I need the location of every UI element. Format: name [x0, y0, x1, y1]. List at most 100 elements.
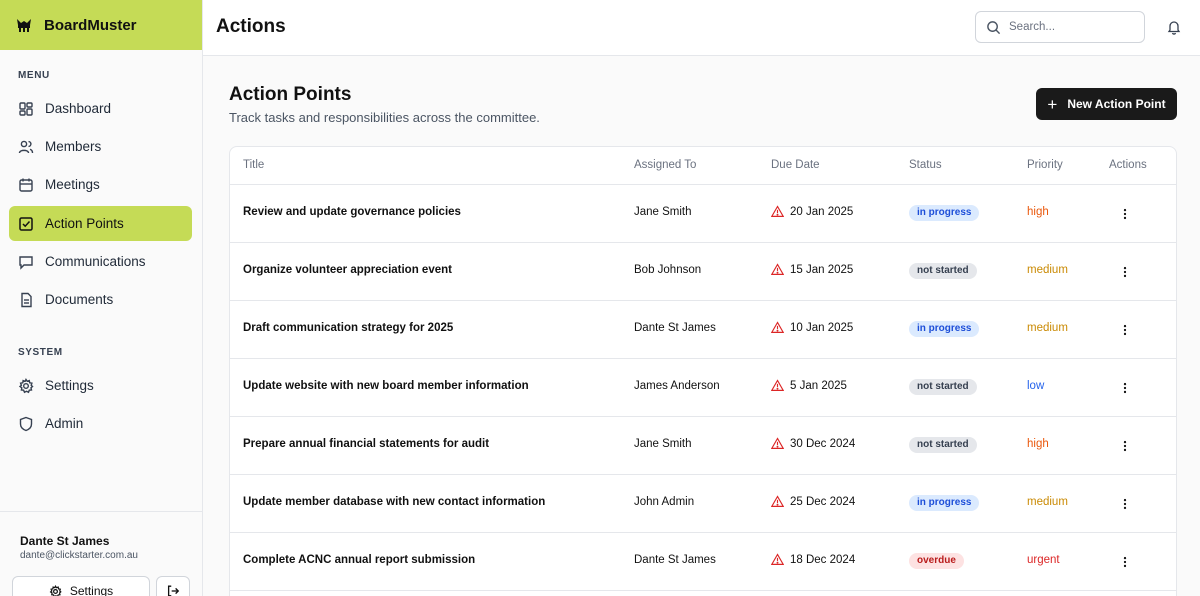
message-icon: [19, 255, 33, 270]
row-title[interactable]: Update member database with new contact …: [243, 496, 545, 508]
row-assigned-to: Bob Johnson: [634, 264, 702, 276]
user-name: Dante St James: [20, 534, 110, 548]
column-header-actions: Actions: [1109, 159, 1147, 171]
due-date-text: 25 Dec 2024: [790, 495, 856, 508]
column-header-priority[interactable]: Priority: [1027, 159, 1063, 171]
status-badge: not started: [909, 437, 977, 453]
column-header-status[interactable]: Status: [909, 159, 942, 171]
search-box[interactable]: [975, 11, 1145, 43]
row-actions-button[interactable]: [1115, 494, 1135, 514]
logo-icon: [17, 19, 31, 32]
sidebar-item-dashboard[interactable]: Dashboard: [9, 91, 192, 126]
due-date-text: 18 Dec 2024: [790, 553, 856, 566]
document-icon: [21, 292, 32, 307]
row-title[interactable]: Draft communication strategy for 2025: [243, 322, 453, 334]
warning-icon: [771, 263, 784, 275]
dashboard-icon: [19, 101, 33, 116]
sidebar-item-label: Action Points: [45, 216, 124, 231]
warning-icon: [771, 495, 784, 507]
brand[interactable]: BoardMuster: [0, 0, 202, 50]
row-due-date: 30 Dec 2024: [771, 437, 855, 450]
status-badge: not started: [909, 379, 977, 395]
row-due-date: 18 Dec 2024: [771, 553, 855, 566]
due-date-text: 5 Jan 2025: [790, 379, 847, 392]
more-vertical-icon: [1123, 266, 1127, 278]
row-assigned-to: Dante St James: [634, 554, 716, 566]
page-title: Actions: [216, 16, 286, 37]
row-assigned-to: Dante St James: [634, 322, 716, 334]
sidebar-item-documents[interactable]: Documents: [9, 282, 192, 317]
priority-label: low: [1027, 380, 1045, 392]
row-actions-button[interactable]: [1115, 436, 1135, 456]
sidebar-item-label: Meetings: [45, 177, 100, 192]
table-row[interactable]: Update website with new board member inf…: [230, 359, 1176, 417]
section-heading: Action Points: [229, 84, 352, 105]
sidebar-item-label: Documents: [45, 292, 114, 307]
footer-settings-label: Settings: [69, 584, 114, 596]
search-input[interactable]: [1009, 21, 1129, 33]
more-vertical-icon: [1123, 382, 1127, 394]
table-row[interactable]: Review and update governance policies Jan…: [230, 185, 1176, 243]
status-badge: overdue: [909, 553, 964, 569]
row-title[interactable]: Update website with new board member inf…: [243, 380, 529, 392]
sidebar-item-action-points[interactable]: Action Points: [9, 206, 192, 241]
row-actions-button[interactable]: [1115, 378, 1135, 398]
table-header: Title Assigned To Due Date Status Priori…: [230, 147, 1176, 185]
due-date-text: 10 Jan 2025: [790, 321, 854, 334]
shield-icon: [19, 416, 33, 431]
users-icon: [18, 140, 34, 153]
sidebar-item-communications[interactable]: Communications: [9, 244, 192, 279]
row-title[interactable]: Organize volunteer appreciation event: [243, 264, 452, 276]
due-date-text: 30 Dec 2024: [790, 437, 856, 450]
new-action-point-label: New Action Point: [1067, 97, 1166, 111]
sidebar-item-members[interactable]: Members: [9, 129, 192, 164]
row-title[interactable]: Prepare annual financial statements for …: [243, 438, 489, 450]
table-row[interactable]: Organize volunteer appreciation event Bob…: [230, 243, 1176, 301]
sidebar-item-settings[interactable]: Settings: [9, 368, 192, 403]
status-badge: in progress: [909, 495, 980, 511]
row-actions-button[interactable]: [1115, 320, 1135, 340]
row-actions-button[interactable]: [1115, 204, 1135, 224]
column-header-due-date[interactable]: Due Date: [771, 159, 820, 171]
sidebar-item-admin[interactable]: Admin: [9, 406, 192, 441]
plus-icon: +: [1047, 94, 1058, 114]
warning-icon: [771, 205, 784, 217]
bell-icon[interactable]: [1166, 19, 1182, 35]
status-badge: in progress: [909, 321, 980, 337]
column-header-title[interactable]: Title: [243, 159, 264, 171]
sidebar-item-label: Settings: [45, 378, 94, 393]
priority-label: medium: [1027, 322, 1068, 334]
more-vertical-icon: [1123, 324, 1127, 336]
new-action-point-button[interactable]: + New Action Point: [1036, 88, 1177, 120]
row-due-date: 5 Jan 2025: [771, 379, 847, 392]
sidebar-item-meetings[interactable]: Meetings: [9, 167, 192, 202]
gear-icon: [18, 377, 34, 393]
row-title[interactable]: Review and update governance policies: [243, 206, 461, 218]
footer-settings-button[interactable]: Settings: [12, 576, 150, 596]
priority-label: high: [1027, 438, 1049, 450]
table-row[interactable]: Draft communication strategy for 2025 Dan…: [230, 301, 1176, 359]
sidebar-item-label: Dashboard: [45, 101, 112, 116]
priority-label: medium: [1027, 264, 1068, 276]
sidebar: BoardMuster MENU Dashboard Members Meeti…: [0, 0, 203, 596]
top-bar: Actions: [203, 0, 1200, 56]
column-header-assigned[interactable]: Assigned To: [634, 159, 696, 171]
priority-label: medium: [1027, 496, 1068, 508]
system-section-label: SYSTEM: [18, 347, 63, 358]
priority-label: urgent: [1027, 554, 1060, 566]
logout-button[interactable]: [156, 576, 190, 596]
table-row[interactable]: Prepare annual financial statements for …: [230, 417, 1176, 475]
row-due-date: 20 Jan 2025: [771, 205, 853, 218]
row-title[interactable]: Complete ACNC annual report submission: [243, 554, 475, 566]
more-vertical-icon: [1123, 440, 1127, 452]
table-row[interactable]: Update member database with new contact …: [230, 475, 1176, 533]
more-vertical-icon: [1123, 208, 1127, 220]
warning-icon: [771, 379, 784, 391]
row-assigned-to: John Admin: [634, 496, 695, 508]
row-actions-button[interactable]: [1115, 552, 1135, 572]
row-assigned-to: Jane Smith: [634, 206, 692, 218]
row-actions-button[interactable]: [1115, 262, 1135, 282]
table-row[interactable]: Complete ACNC annual report submission Da…: [230, 533, 1176, 591]
logout-icon: [167, 585, 180, 596]
more-vertical-icon: [1123, 556, 1127, 568]
